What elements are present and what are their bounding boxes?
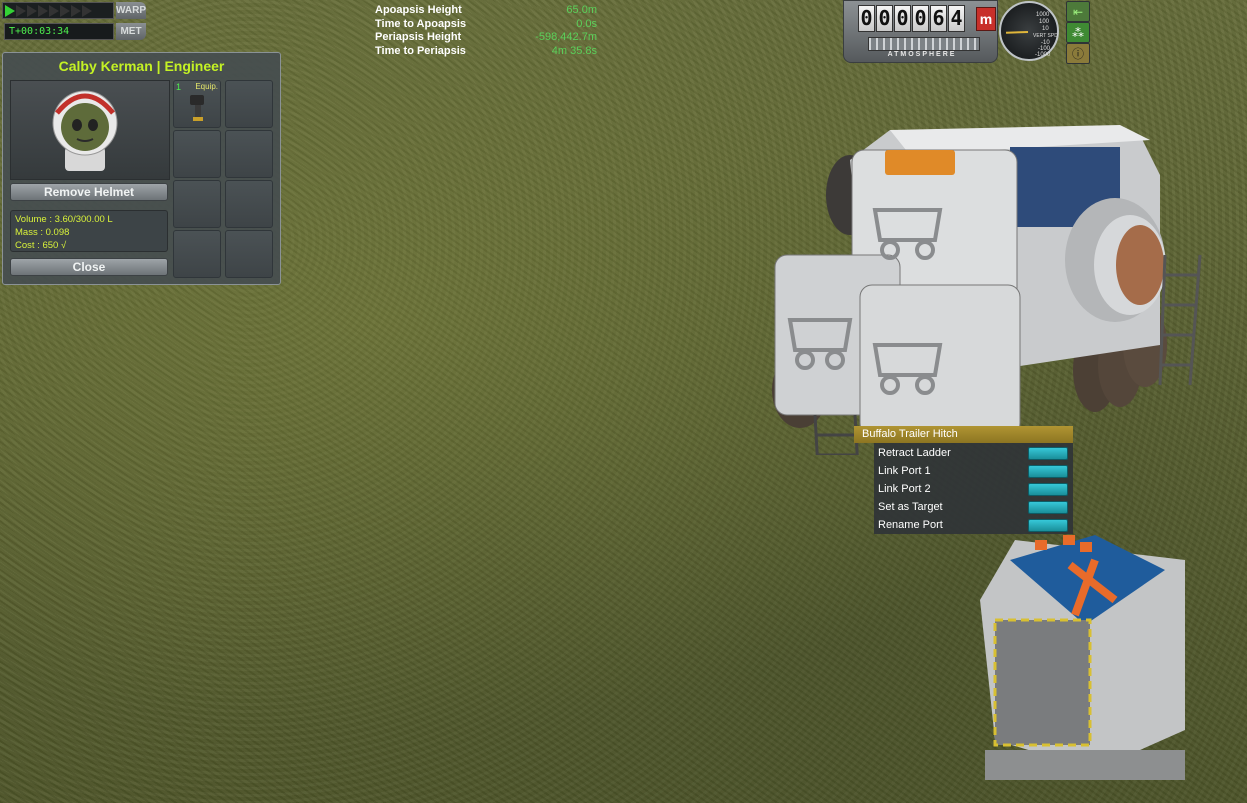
menu-item-link-port-1[interactable]: Link Port 1 [878,462,1068,480]
menu-action-button[interactable] [1028,464,1068,478]
gauge-label: 1000 [1036,12,1050,18]
gauge-label: 100 [1039,19,1050,25]
orbit-value: 0.0s [576,17,597,30]
met-timer: T+00:03:34 [4,23,114,40]
altitude-digit: 0 [894,5,911,32]
menu-action-button[interactable] [1028,500,1068,514]
altitude-digit: 4 [948,5,965,32]
context-menu-body: Retract Ladder Link Port 1 Link Port 2 S… [874,443,1073,534]
warp-arrow-icon[interactable] [71,4,81,17]
cost-stat: Cost : 650 √ [15,240,67,251]
inventory-slot[interactable] [225,180,273,228]
close-button[interactable]: Close [10,258,168,276]
menu-item-retract-ladder[interactable]: Retract Ladder [878,444,1068,462]
altitude-unit-toggle[interactable]: m [976,7,996,31]
menu-item-rename-port[interactable]: Rename Port [878,516,1068,534]
context-menu-title[interactable]: Buffalo Trailer Hitch [854,426,1073,443]
orbit-label: Time to Periapsis [375,44,466,57]
drill-tool-icon [190,95,204,121]
orbit-row: Time to Periapsis 4m 35.8s [375,45,597,59]
kerbal-portrait [10,80,170,180]
time-warp-control: WARP T+00:03:34 MET [0,0,148,42]
menu-item-label: Rename Port [878,519,943,531]
slot-count: 1 [176,82,182,92]
gauge-label: 10 [1042,26,1049,32]
menu-item-set-as-target[interactable]: Set as Target [878,498,1068,516]
warp-arrow-icon[interactable] [60,4,70,17]
warning-icon[interactable]: ⓘ [1066,43,1090,64]
warp-arrow-icon[interactable] [27,4,37,17]
part-context-menu: Buffalo Trailer Hitch Retract Ladder Lin… [854,426,1073,534]
menu-action-button[interactable] [1028,446,1068,460]
orbit-value: 65.0m [566,4,597,16]
orbit-row: Time to Apoapsis 0.0s [375,18,597,32]
warp-arrow-icon[interactable] [38,4,48,17]
gauge-label: VERT SPD [1033,33,1058,39]
inventory-slot[interactable]: 1 Equip. [173,80,221,128]
menu-action-button[interactable] [1028,518,1068,532]
atmosphere-label: ATMOSPHERE [887,51,957,58]
orbit-row: Periapsis Height -598,442.7m [375,31,597,45]
orbit-info-readout: Apoapsis Height 65.0m Time to Apoapsis 0… [375,4,597,58]
atmosphere-gauge [868,37,980,51]
orbit-label: Time to Apoapsis [375,17,467,30]
menu-item-link-port-2[interactable]: Link Port 2 [878,480,1068,498]
menu-item-label: Link Port 1 [878,465,931,477]
warp-label: WARP [116,2,146,19]
menu-action-button[interactable] [1028,482,1068,496]
orbit-label: Apoapsis Height [375,4,462,16]
warp-arrow-icon[interactable] [5,4,15,17]
crew-icon[interactable]: ⁂ [1066,22,1090,43]
altitude-digit: 0 [912,5,929,32]
orbit-value: -598,442.7m [535,31,597,43]
orbit-value: 4m 35.8s [551,44,597,57]
panel-title: Calby Kerman | Engineer [58,58,225,74]
warp-arrow-icon[interactable] [16,4,26,17]
met-label: MET [116,23,146,40]
rover-vehicle[interactable] [760,115,1210,455]
kerbal-inventory-panel: Calby Kerman | Engineer Remove Helmet Vo… [2,52,281,285]
remove-helmet-button[interactable]: Remove Helmet [10,183,168,201]
inventory-stats: Volume : 3.60/300.00 L Mass : 0.098 Cost… [10,210,168,252]
inventory-slot[interactable] [173,130,221,178]
inventory-slot[interactable] [173,230,221,278]
menu-item-label: Set as Target [878,501,943,513]
mass-stat: Mass : 0.098 [15,227,70,238]
warp-arrow-icon[interactable] [82,4,92,17]
inventory-grid: 1 Equip. [173,80,277,278]
warp-arrow-icon[interactable] [49,4,59,17]
inventory-slot[interactable] [173,180,221,228]
inventory-slot[interactable] [225,80,273,128]
menu-item-label: Retract Ladder [878,447,951,459]
exit-icon[interactable]: ⇤ [1066,1,1090,22]
inventory-slot[interactable] [225,230,273,278]
altimeter: 0 0 0 0 6 4 m ATMOSPHERE [843,0,998,63]
altitude-digits: 0 0 0 0 6 4 [858,5,965,32]
inventory-slot[interactable] [225,130,273,178]
cargo-container[interactable] [975,530,1195,790]
warp-rate-indicator[interactable] [2,2,114,19]
vertical-speed-gauge: 1000 100 10 VERT SPD -10 -100 -1000 [997,0,1063,63]
altitude-digit: 6 [930,5,947,32]
orbit-row: Apoapsis Height 65.0m [375,4,597,18]
altitude-digit: 0 [858,5,875,32]
helmet-icon [52,90,118,171]
orbit-label: Periapsis Height [375,31,462,43]
side-buttons: ⇤ ⁂ ⓘ [1064,0,1090,64]
gauge-label: -1000 [1035,52,1051,58]
volume-stat: Volume : 3.60/300.00 L [15,214,113,225]
slot-name: Equip. [195,82,218,91]
menu-item-label: Link Port 2 [878,483,931,495]
altitude-digit: 0 [876,5,893,32]
